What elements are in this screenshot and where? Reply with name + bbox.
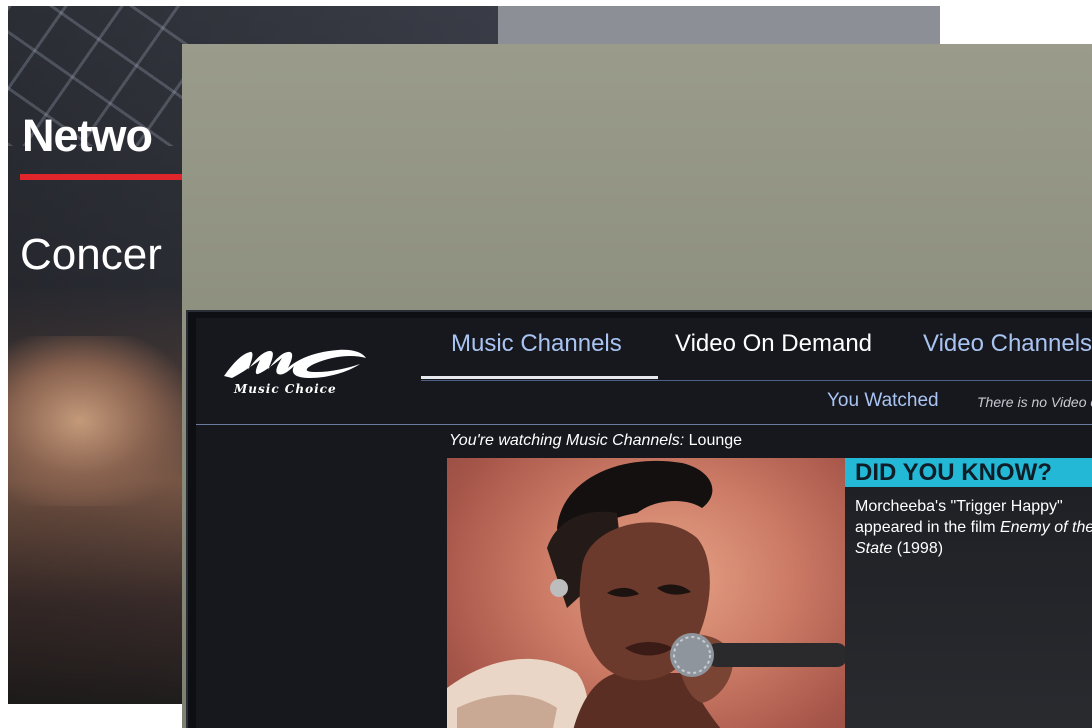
subnav-empty-message: There is no Video o	[977, 394, 1092, 410]
header-divider	[196, 424, 1092, 425]
tab-music-channels[interactable]: Music Channels	[451, 330, 622, 358]
subnav-you-watched[interactable]: You Watched	[827, 390, 939, 412]
mc-logo-icon	[224, 349, 366, 378]
music-choice-logo: Music Choice	[220, 336, 370, 398]
tv-bezel: Music Choice Music Channels Video On Dem…	[186, 310, 1092, 728]
background-menu-title: Netwo	[22, 110, 153, 161]
video-frame-image	[447, 460, 845, 728]
logo-wordmark: Music Choice	[234, 382, 337, 396]
background-menu-underline	[20, 174, 190, 180]
did-you-know-text: Morcheeba's "Trigger Happy" appeared in …	[855, 496, 1092, 559]
now-playing-prefix: You're watching Music Channels:	[449, 432, 685, 449]
background-band	[498, 6, 940, 46]
front-tv-photo: Music Choice Music Channels Video On Dem…	[182, 44, 1092, 728]
active-tab-indicator	[421, 376, 658, 379]
did-you-know-panel: DID YOU KNOW? Morcheeba's "Trigger Happy…	[845, 458, 1092, 728]
tab-video-channels[interactable]: Video Channels	[923, 330, 1092, 358]
background-menu-item: Concer	[20, 230, 162, 279]
now-playing-label: You're watching Music Channels: Lounge	[449, 432, 742, 450]
now-playing-channel: Lounge	[688, 432, 743, 449]
tv-screen: Music Choice Music Channels Video On Dem…	[196, 318, 1092, 728]
fact-text-end: (1998)	[892, 540, 944, 557]
tab-video-on-demand[interactable]: Video On Demand	[675, 330, 872, 358]
background-glow	[8, 336, 188, 506]
did-you-know-heading: DID YOU KNOW?	[845, 458, 1092, 487]
video-player[interactable]	[447, 458, 845, 728]
nav-divider	[421, 380, 1092, 381]
